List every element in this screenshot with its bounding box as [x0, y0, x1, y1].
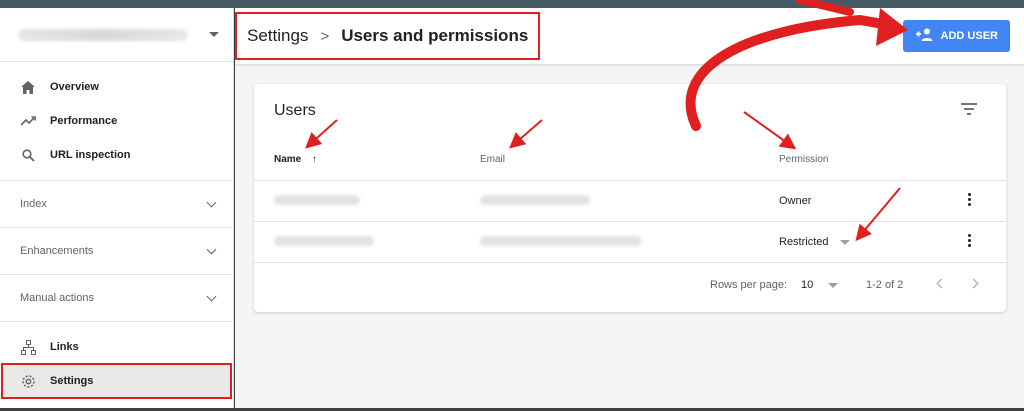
- caret-down-icon: [209, 32, 219, 37]
- sidebar-item-url-inspection[interactable]: URL inspection: [0, 138, 233, 172]
- home-icon: [20, 79, 36, 95]
- main-content: Settings > Users and permissions ADD USE…: [234, 8, 1024, 408]
- sidebar-item-label: URL inspection: [50, 149, 131, 161]
- table-row: Owner: [254, 180, 1006, 221]
- table-pagination: Rows per page: 10 1-2 of 2: [254, 262, 1006, 312]
- pagination-range: 1-2 of 2: [866, 279, 904, 291]
- user-name-redacted: [274, 236, 374, 246]
- chevron-down-icon: [206, 197, 217, 207]
- add-user-button[interactable]: ADD USER: [902, 20, 1010, 52]
- breadcrumb: Settings > Users and permissions: [234, 12, 541, 60]
- card-title: Users: [274, 102, 316, 119]
- user-name-redacted: [274, 195, 360, 205]
- page-title: Users and permissions: [341, 26, 529, 45]
- sidebar-item-label: Settings: [50, 375, 94, 387]
- sidebar-item-performance[interactable]: Performance: [0, 104, 233, 138]
- column-header-name[interactable]: Name ↑: [274, 154, 317, 165]
- column-header-email[interactable]: Email: [480, 154, 505, 165]
- caret-down-icon: [828, 282, 839, 288]
- search-icon: [20, 147, 36, 163]
- section-label: Index: [20, 198, 47, 210]
- column-header-permission[interactable]: Permission: [779, 154, 828, 165]
- add-user-label: ADD USER: [940, 30, 998, 42]
- more-vert-icon[interactable]: [968, 193, 972, 206]
- caret-down-icon: [839, 239, 850, 245]
- nav-group-main: Overview Performance URL inspection: [0, 62, 233, 181]
- trending-up-icon: [20, 113, 36, 129]
- sidebar: Overview Performance URL inspection Inde…: [0, 8, 234, 408]
- sidebar-item-links[interactable]: Links: [0, 330, 233, 364]
- chevron-left-icon[interactable]: [936, 278, 947, 289]
- chevron-down-icon: [206, 244, 217, 254]
- permission-value: Owner: [779, 195, 812, 207]
- permission-dropdown[interactable]: Restricted: [779, 236, 850, 248]
- sidebar-section-index[interactable]: Index: [0, 181, 233, 228]
- rows-per-page-select[interactable]: 10: [801, 279, 839, 291]
- section-label: Enhancements: [20, 245, 94, 257]
- table-row: Restricted: [254, 221, 1006, 262]
- section-label: Manual actions: [20, 292, 94, 304]
- sort-arrow-up-icon: ↑: [312, 154, 318, 165]
- more-vert-icon[interactable]: [968, 234, 972, 247]
- property-name-redacted: [18, 28, 188, 41]
- sidebar-item-label: Overview: [50, 81, 99, 93]
- links-icon: [20, 339, 36, 355]
- user-email-redacted: [480, 195, 590, 205]
- user-email-redacted: [480, 236, 642, 246]
- chevron-right-icon[interactable]: [968, 278, 979, 289]
- column-label: Name: [274, 154, 302, 165]
- permission-value: Restricted: [779, 236, 829, 248]
- sidebar-item-settings[interactable]: Settings: [1, 363, 232, 399]
- filter-icon[interactable]: [960, 102, 980, 118]
- sidebar-section-manual-actions[interactable]: Manual actions: [0, 275, 233, 322]
- rows-per-page-label: Rows per page:: [710, 279, 788, 291]
- breadcrumb-separator: >: [320, 27, 330, 45]
- sidebar-item-overview[interactable]: Overview: [0, 70, 233, 104]
- nav-group-bottom: Links Settings: [0, 322, 233, 406]
- users-card: Users Name ↑ Email Permission Owner Rest…: [254, 84, 1006, 312]
- sidebar-item-label: Links: [50, 341, 79, 353]
- add-person-icon: [915, 28, 933, 44]
- chevron-down-icon: [206, 291, 217, 301]
- property-selector[interactable]: [0, 8, 233, 62]
- sidebar-item-label: Performance: [50, 115, 118, 127]
- top-bar: [0, 0, 1024, 8]
- sidebar-section-enhancements[interactable]: Enhancements: [0, 228, 233, 275]
- page-header: Settings > Users and permissions ADD USE…: [234, 8, 1024, 64]
- breadcrumb-settings[interactable]: Settings: [247, 26, 308, 46]
- gear-icon: [20, 373, 36, 389]
- rows-per-page-value: 10: [801, 279, 814, 291]
